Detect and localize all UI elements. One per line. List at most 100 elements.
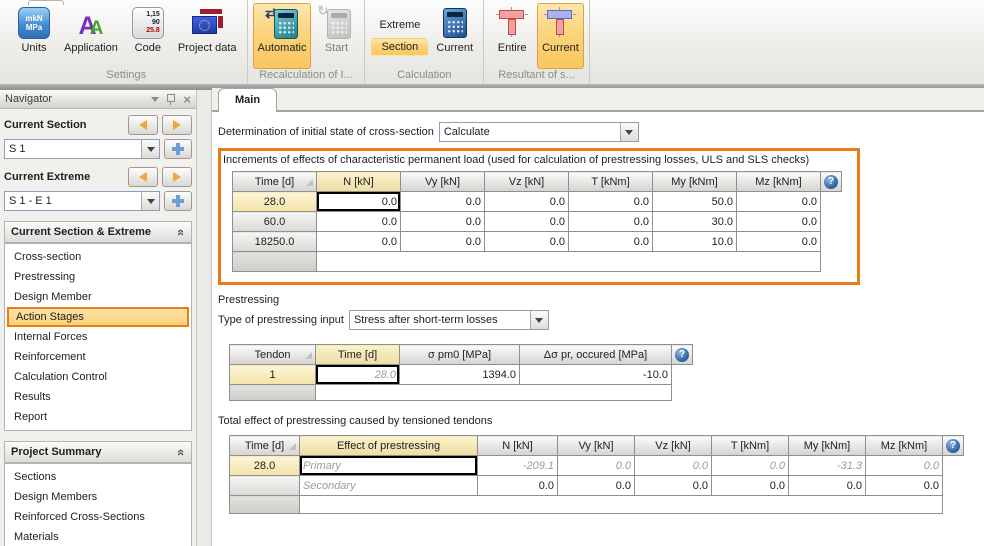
help-icon[interactable] [675,348,689,362]
initial-state-select[interactable]: Calculate [439,122,639,142]
chevron-down-icon[interactable] [141,192,159,210]
col-header-time[interactable]: Time [d] [233,172,317,192]
col-header-n[interactable]: N [kN] [317,172,401,192]
help-icon[interactable] [824,175,838,189]
sidebar-item-action-stages[interactable]: Action Stages [7,307,189,327]
panel-splitter[interactable] [196,90,212,546]
cell[interactable]: 0.0 [485,232,569,252]
cell[interactable]: -10.0 [520,365,672,385]
cell[interactable]: 0.0 [737,192,821,212]
start-button[interactable]: Start [313,3,359,69]
col-header-effect[interactable]: Effect of prestressing [300,436,478,456]
add-extreme-button[interactable] [164,191,192,211]
cell[interactable]: 0.0 [635,456,712,476]
previous-extreme-button[interactable] [128,167,158,187]
nav-group-project-summary[interactable]: Project Summary [4,441,192,463]
cell[interactable]: 0.0 [712,456,789,476]
col-header-vy[interactable]: Vy [kN] [401,172,485,192]
next-extreme-button[interactable] [162,167,192,187]
col-header-time[interactable]: Time [d] [316,345,400,365]
new-row-header[interactable] [230,496,300,514]
row-header[interactable]: 28.0 [230,456,300,476]
pin-icon[interactable] [167,94,175,102]
selected-cell[interactable]: 0.0 [317,192,401,212]
col-header-n[interactable]: N [kN] [478,436,558,456]
extreme-button[interactable]: Extreme [371,16,428,34]
current-section-select[interactable]: S 1 [4,139,160,159]
cell[interactable]: 0.0 [485,212,569,232]
col-header-time[interactable]: Time [d] [230,436,300,456]
help-icon[interactable] [946,439,960,453]
cell[interactable]: 0.0 [558,476,635,496]
cell[interactable]: 10.0 [653,232,737,252]
row-header[interactable]: 28.0 [233,192,317,212]
col-header-t[interactable]: T [kNm] [569,172,653,192]
sidebar-item-sections[interactable]: Sections [5,467,191,487]
row-header[interactable] [230,476,300,496]
collapse-chevron-icon[interactable] [174,448,189,455]
tab-main[interactable]: Main [218,88,277,112]
cell[interactable]: 0.0 [569,232,653,252]
cell[interactable]: 30.0 [653,212,737,232]
cell[interactable]: 50.0 [653,192,737,212]
sidebar-item-design-member[interactable]: Design Member [5,287,191,307]
cell[interactable]: 0.0 [737,212,821,232]
close-icon[interactable] [183,92,191,107]
previous-section-button[interactable] [128,115,158,135]
col-header-mz[interactable]: Mz [kNm] [737,172,821,192]
collapse-chevron-icon[interactable] [174,228,189,235]
project-data-button[interactable]: Project data [173,3,242,69]
units-button[interactable]: mkN MPa Units [11,3,57,69]
code-button[interactable]: 1,15 90 25.8 Code [125,3,171,69]
new-row-header[interactable] [233,252,317,272]
sidebar-item-reinforced-cross-sections[interactable]: Reinforced Cross-Sections [5,507,191,527]
sidebar-item-results[interactable]: Results [5,387,191,407]
col-header-my[interactable]: My [kNm] [789,436,866,456]
sidebar-item-calculation-control[interactable]: Calculation Control [5,367,191,387]
selected-cell[interactable]: Primary [300,456,478,476]
chevron-down-icon[interactable] [620,123,638,141]
cell[interactable]: -31.3 [789,456,866,476]
cell[interactable]: 0.0 [866,456,943,476]
cell[interactable]: 0.0 [558,456,635,476]
sidebar-item-internal-forces[interactable]: Internal Forces [5,327,191,347]
cell[interactable]: 0.0 [635,476,712,496]
new-row-header[interactable] [230,385,316,401]
cell[interactable]: 0.0 [401,232,485,252]
col-header-mz[interactable]: Mz [kNm] [866,436,943,456]
cell[interactable]: Secondary [300,476,478,496]
cell[interactable]: 0.0 [569,212,653,232]
current-extreme-select[interactable]: S 1 - E 1 [4,191,160,211]
menu-dropdown-icon[interactable] [151,97,159,102]
col-header-delta-sigma[interactable]: Δσ pr, occured [MPa] [520,345,672,365]
chevron-down-icon[interactable] [141,140,159,158]
cell[interactable]: 0.0 [789,476,866,496]
cell[interactable]: 0.0 [478,476,558,496]
cell[interactable]: 0.0 [866,476,943,496]
calculation-current-button[interactable]: Current [431,3,478,69]
automatic-button[interactable]: Automatic [253,3,312,69]
prestressing-type-select[interactable]: Stress after short-term losses [349,310,549,330]
sidebar-item-materials[interactable]: Materials [5,527,191,546]
sidebar-item-cross-section[interactable]: Cross-section [5,247,191,267]
add-section-button[interactable] [164,139,192,159]
cell[interactable]: 0.0 [401,212,485,232]
cell[interactable]: 0.0 [317,212,401,232]
next-section-button[interactable] [162,115,192,135]
row-header[interactable]: 18250.0 [233,232,317,252]
application-button[interactable]: A A Application [59,3,123,69]
cell[interactable]: 1394.0 [400,365,520,385]
col-header-vy[interactable]: Vy [kN] [558,436,635,456]
row-header[interactable]: 1 [230,365,316,385]
col-header-vz[interactable]: Vz [kN] [485,172,569,192]
nav-group-current-section-extreme[interactable]: Current Section & Extreme [4,221,192,243]
cell[interactable]: 0.0 [485,192,569,212]
chevron-down-icon[interactable] [530,311,548,329]
sidebar-item-design-members[interactable]: Design Members [5,487,191,507]
resultant-current-button[interactable]: Current [537,3,584,69]
sidebar-item-report[interactable]: Report [5,407,191,427]
col-header-my[interactable]: My [kNm] [653,172,737,192]
entire-button[interactable]: Entire [489,3,535,69]
sidebar-item-prestressing[interactable]: Prestressing [5,267,191,287]
cell[interactable]: 0.0 [737,232,821,252]
